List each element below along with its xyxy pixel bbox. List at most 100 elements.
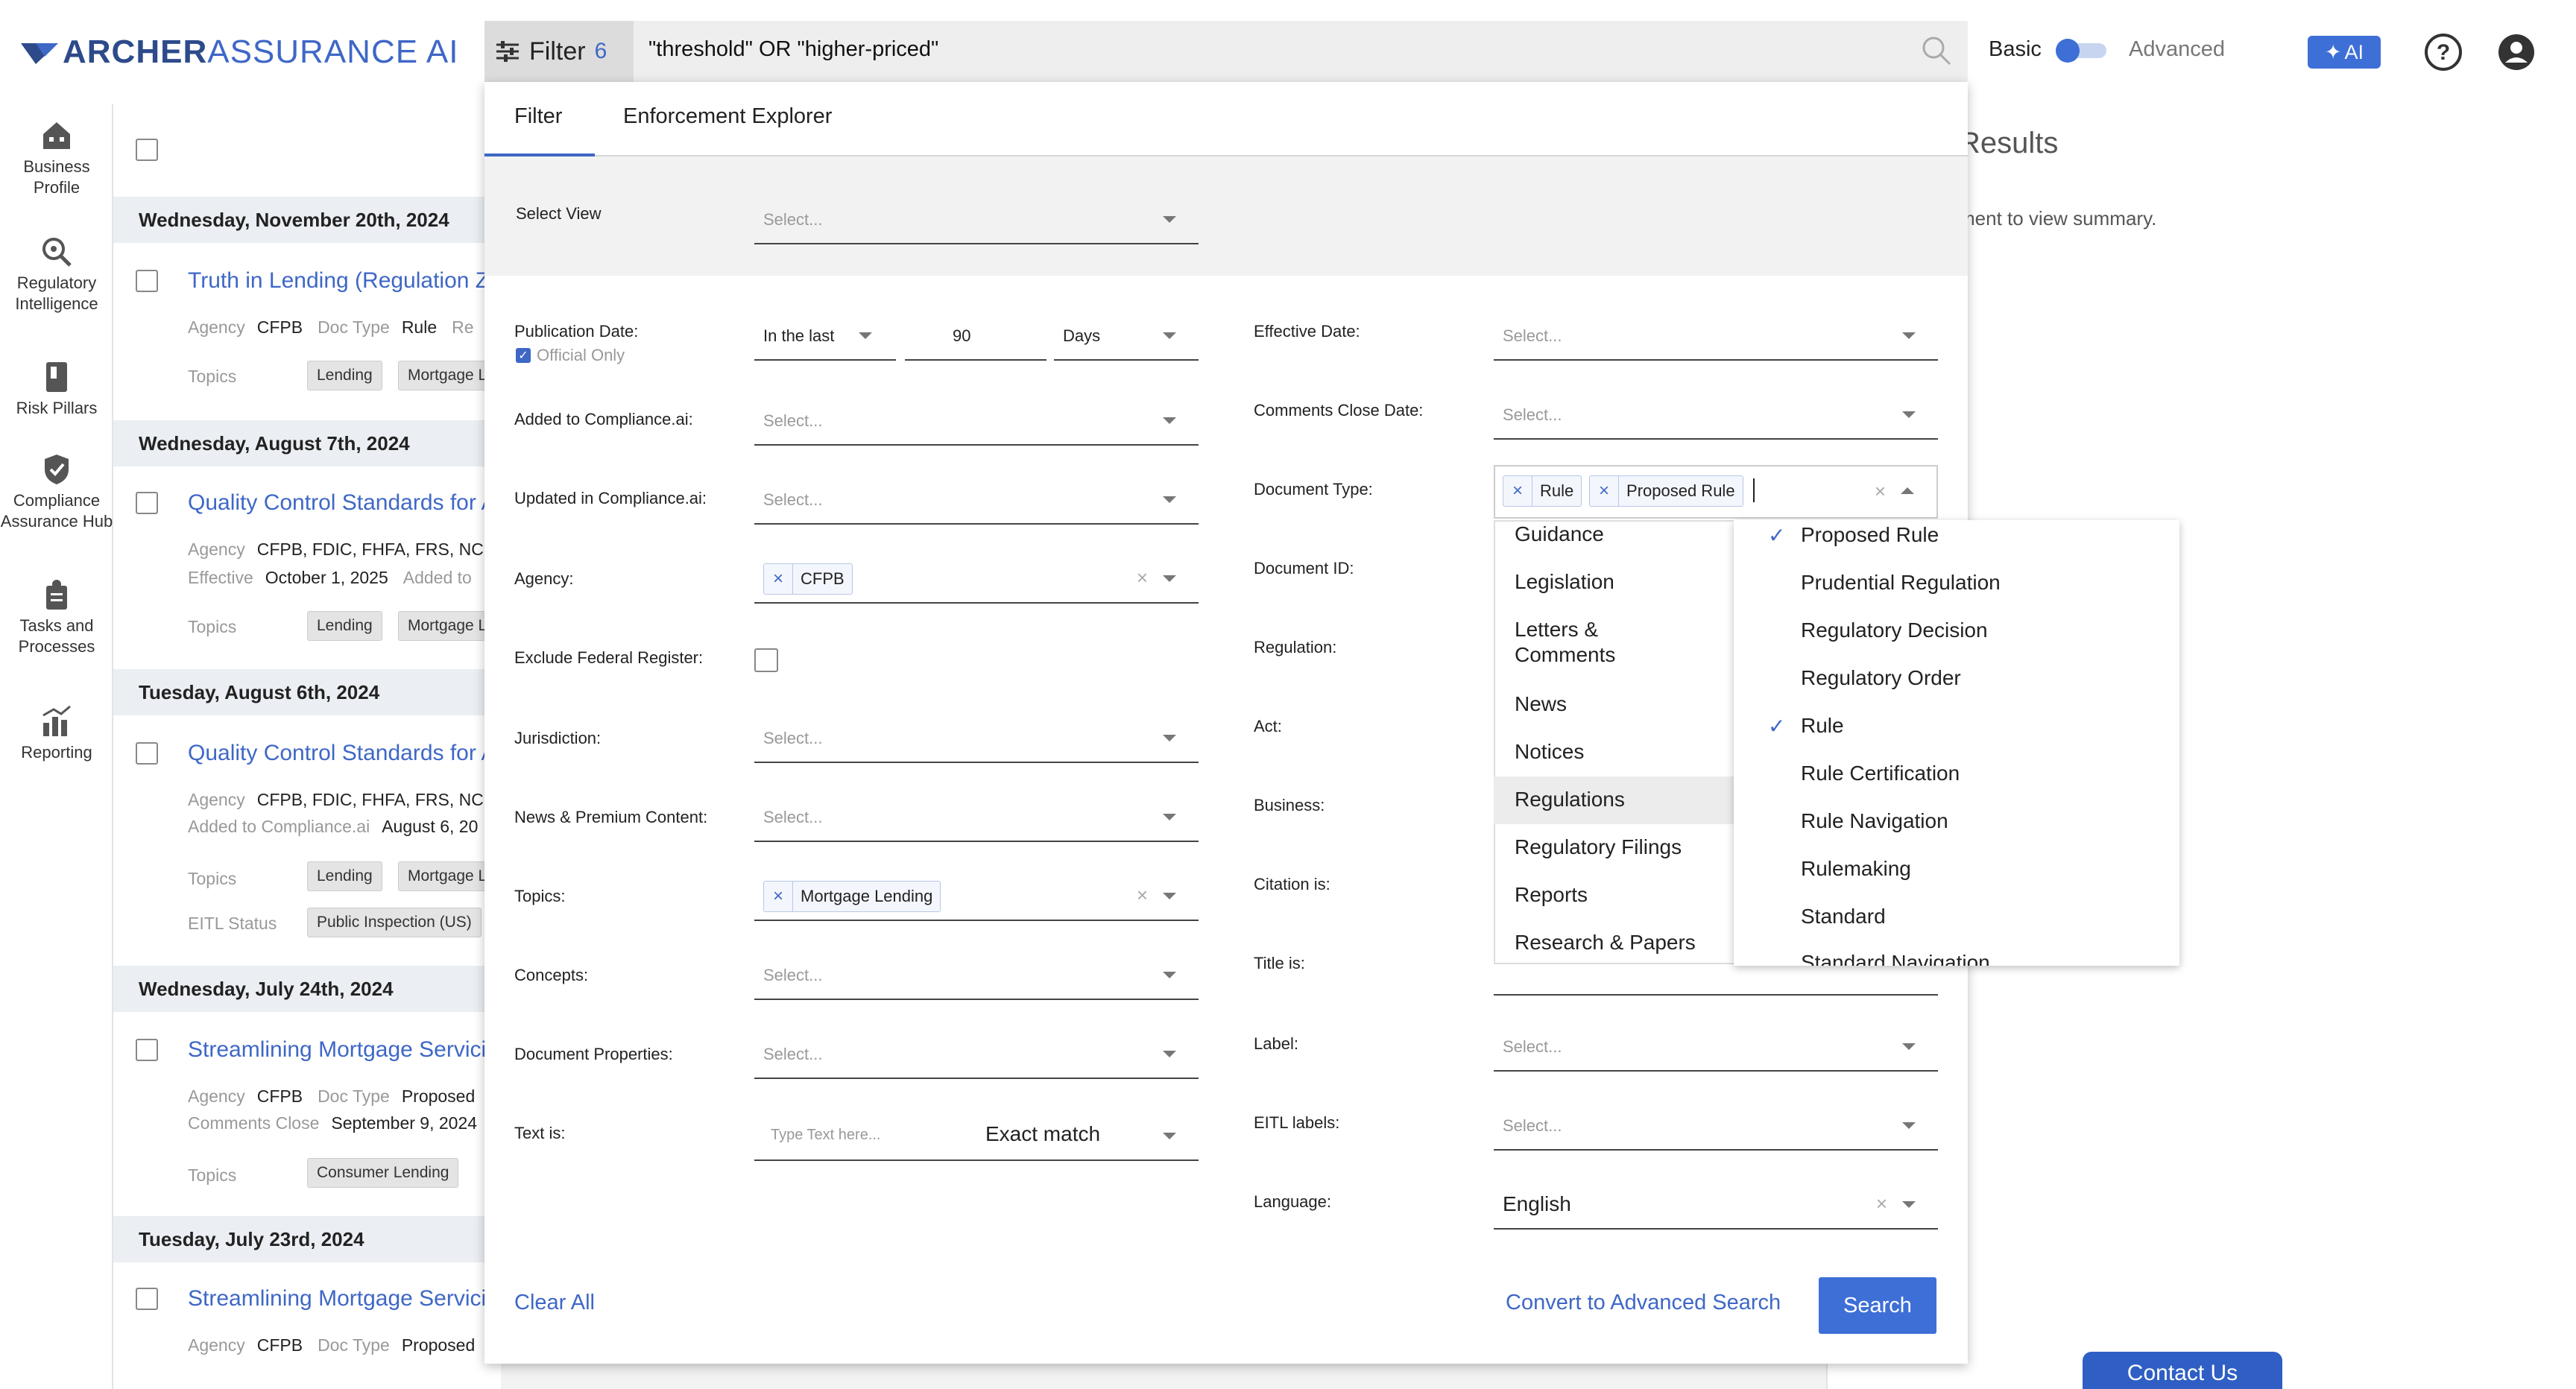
option-prudential-regulation[interactable]: Prudential Regulation bbox=[1734, 571, 2179, 595]
nav-business-profile[interactable]: Business Profile bbox=[0, 119, 113, 198]
concepts-select[interactable]: Select... bbox=[754, 951, 1199, 1000]
option-rule-navigation[interactable]: Rule Navigation bbox=[1734, 809, 2179, 833]
agency-chip[interactable]: × CFPB bbox=[763, 563, 853, 595]
select-all-checkbox[interactable] bbox=[136, 139, 158, 161]
exclude-fr-checkbox[interactable] bbox=[754, 648, 778, 672]
nav-compliance-assurance-hub[interactable]: Compliance Assurance Hub bbox=[0, 453, 113, 532]
topic-chip[interactable]: Mortgage L bbox=[398, 361, 486, 390]
category-item[interactable]: Legislation bbox=[1494, 569, 1732, 595]
option-rule-certification[interactable]: Rule Certification bbox=[1734, 762, 2179, 785]
option-standard-navigation[interactable]: Standard Navigation bbox=[1734, 951, 2179, 966]
result-title-link[interactable]: Streamlining Mortgage Servici bbox=[188, 1286, 486, 1312]
option-standard[interactable]: Standard bbox=[1734, 905, 2179, 928]
brand-logo[interactable]: ARCHERASSURANCE AI bbox=[21, 33, 458, 72]
eitl-labels-select[interactable]: Select... bbox=[1494, 1101, 1938, 1151]
updated-label: Updated in Compliance.ai: bbox=[514, 489, 707, 507]
nav-tasks-processes[interactable]: Tasks and Processes bbox=[0, 578, 113, 657]
effective-date-select[interactable]: Select... bbox=[1494, 311, 1938, 361]
topic-chip[interactable]: Mortgage L bbox=[398, 861, 486, 891]
nav-regulatory-intelligence[interactable]: Regulatory Intelligence bbox=[0, 235, 113, 314]
search-query[interactable]: "threshold" OR "higher-priced" bbox=[648, 37, 938, 62]
doc-type-chip-proposed-rule[interactable]: × Proposed Rule bbox=[1589, 475, 1743, 507]
topic-chip[interactable]: Consumer Lending bbox=[307, 1158, 459, 1188]
title-label: Title is: bbox=[1254, 954, 1305, 972]
topic-chip[interactable]: Mortgage L bbox=[398, 611, 486, 641]
option-rule[interactable]: ✓ Rule bbox=[1734, 714, 2179, 738]
language-select[interactable]: English × bbox=[1494, 1180, 1938, 1230]
option-regulatory-decision[interactable]: Regulatory Decision bbox=[1734, 618, 2179, 642]
pub-date-operator-select[interactable]: In the last bbox=[754, 311, 896, 361]
select-view-dropdown[interactable]: Select... bbox=[754, 195, 1199, 244]
remove-icon: × bbox=[773, 569, 784, 589]
mode-toggle[interactable] bbox=[2054, 37, 2111, 64]
ai-button[interactable]: ✦ AI bbox=[2308, 36, 2381, 69]
nav-label: Business Profile bbox=[23, 157, 90, 197]
tasks-icon bbox=[46, 580, 67, 610]
nav-reporting[interactable]: Reporting bbox=[0, 705, 113, 763]
help-icon[interactable]: ? bbox=[2422, 31, 2464, 73]
user-avatar-icon[interactable] bbox=[2496, 31, 2537, 73]
search-icon[interactable] bbox=[1920, 34, 1953, 67]
row-checkbox[interactable] bbox=[136, 1039, 158, 1061]
tab-filter[interactable]: Filter bbox=[514, 104, 562, 129]
category-item[interactable]: Letters & Comments bbox=[1494, 617, 1673, 668]
option-proposed-rule[interactable]: ✓ Proposed Rule bbox=[1734, 523, 2179, 547]
building-icon bbox=[43, 122, 70, 149]
mode-basic-label: Basic bbox=[1989, 37, 2042, 61]
label-select[interactable]: Select... bbox=[1494, 1022, 1938, 1072]
doc-type-select[interactable]: × Rule × Proposed Rule × bbox=[1494, 465, 1938, 519]
row-checkbox[interactable] bbox=[136, 270, 158, 292]
contact-us-button[interactable]: Contact Us bbox=[2083, 1352, 2282, 1389]
category-item-selected[interactable]: Regulations bbox=[1494, 787, 1732, 812]
news-select[interactable]: Select... bbox=[754, 793, 1199, 842]
category-item[interactable]: Regulatory Filings bbox=[1494, 835, 1732, 860]
tab-enforcement-explorer[interactable]: Enforcement Explorer bbox=[623, 104, 832, 129]
category-item[interactable]: Reports bbox=[1494, 882, 1732, 908]
result-title-link[interactable]: Quality Control Standards for A bbox=[188, 490, 486, 516]
jurisdiction-select[interactable]: Select... bbox=[754, 714, 1199, 763]
match-mode-select: Exact match bbox=[985, 1122, 1101, 1145]
row-checkbox[interactable] bbox=[136, 742, 158, 765]
eitl-status-chip[interactable]: Public Inspection (US) bbox=[307, 908, 482, 937]
topic-filter-chip[interactable]: × Mortgage Lending bbox=[763, 881, 941, 912]
topics-select[interactable]: × Mortgage Lending × bbox=[754, 872, 1199, 921]
result-title-link[interactable]: Quality Control Standards for A bbox=[188, 741, 486, 766]
official-only-checkbox[interactable]: ✓ Official Only bbox=[516, 346, 625, 365]
category-item[interactable]: News bbox=[1494, 692, 1732, 717]
doc-props-select[interactable]: Select... bbox=[754, 1030, 1199, 1079]
brand-name: ARCHERASSURANCE AI bbox=[63, 34, 459, 70]
added-select[interactable]: Select... bbox=[754, 396, 1199, 446]
result-meta: Agency CFPB Doc Type Proposed bbox=[188, 1335, 476, 1355]
filter-button[interactable]: Filter 6 bbox=[484, 21, 634, 82]
category-item[interactable]: Guidance bbox=[1494, 522, 1732, 547]
topic-chip[interactable]: Lending bbox=[307, 611, 382, 641]
topic-chip[interactable]: Lending bbox=[307, 361, 382, 390]
row-checkbox[interactable] bbox=[136, 492, 158, 514]
archer-mark-icon bbox=[21, 43, 58, 64]
topic-chip[interactable]: Lending bbox=[307, 861, 382, 891]
option-regulatory-order[interactable]: Regulatory Order bbox=[1734, 666, 2179, 690]
result-title-link[interactable]: Streamlining Mortgage Servici bbox=[188, 1037, 486, 1063]
search-button[interactable]: Search bbox=[1819, 1277, 1936, 1334]
pub-date-unit-select[interactable]: Days bbox=[1054, 311, 1199, 361]
text-is-input[interactable]: Type Text here... Exact match bbox=[754, 1112, 1199, 1161]
doc-props-label: Document Properties: bbox=[514, 1045, 673, 1063]
category-item[interactable]: Research & Papers bbox=[1494, 930, 1732, 955]
convert-advanced-button[interactable]: Convert to Advanced Search bbox=[1506, 1291, 1781, 1315]
results-title: Results bbox=[1959, 127, 2059, 159]
doc-type-chip-rule[interactable]: × Rule bbox=[1503, 475, 1582, 507]
result-title-link[interactable]: Truth in Lending (Regulation Z) bbox=[188, 268, 486, 294]
category-item[interactable]: Notices bbox=[1494, 739, 1732, 765]
comments-close-select[interactable]: Select... bbox=[1494, 390, 1938, 440]
option-rulemaking[interactable]: Rulemaking bbox=[1734, 857, 2179, 881]
date-header: Tuesday, July 23rd, 2024 bbox=[113, 1216, 501, 1262]
nav-risk-pillars[interactable]: Risk Pillars bbox=[0, 361, 113, 419]
pub-date-number-input[interactable]: 90 bbox=[905, 311, 1046, 361]
row-checkbox[interactable] bbox=[136, 1288, 158, 1310]
clear-all-button[interactable]: Clear All bbox=[514, 1291, 595, 1315]
updated-select[interactable]: Select... bbox=[754, 475, 1199, 525]
concepts-label: Concepts: bbox=[514, 966, 589, 984]
mode-advanced-label: Advanced bbox=[2129, 37, 2225, 61]
shield-check-icon bbox=[45, 455, 69, 484]
agency-select[interactable]: × CFPB × bbox=[754, 554, 1199, 604]
